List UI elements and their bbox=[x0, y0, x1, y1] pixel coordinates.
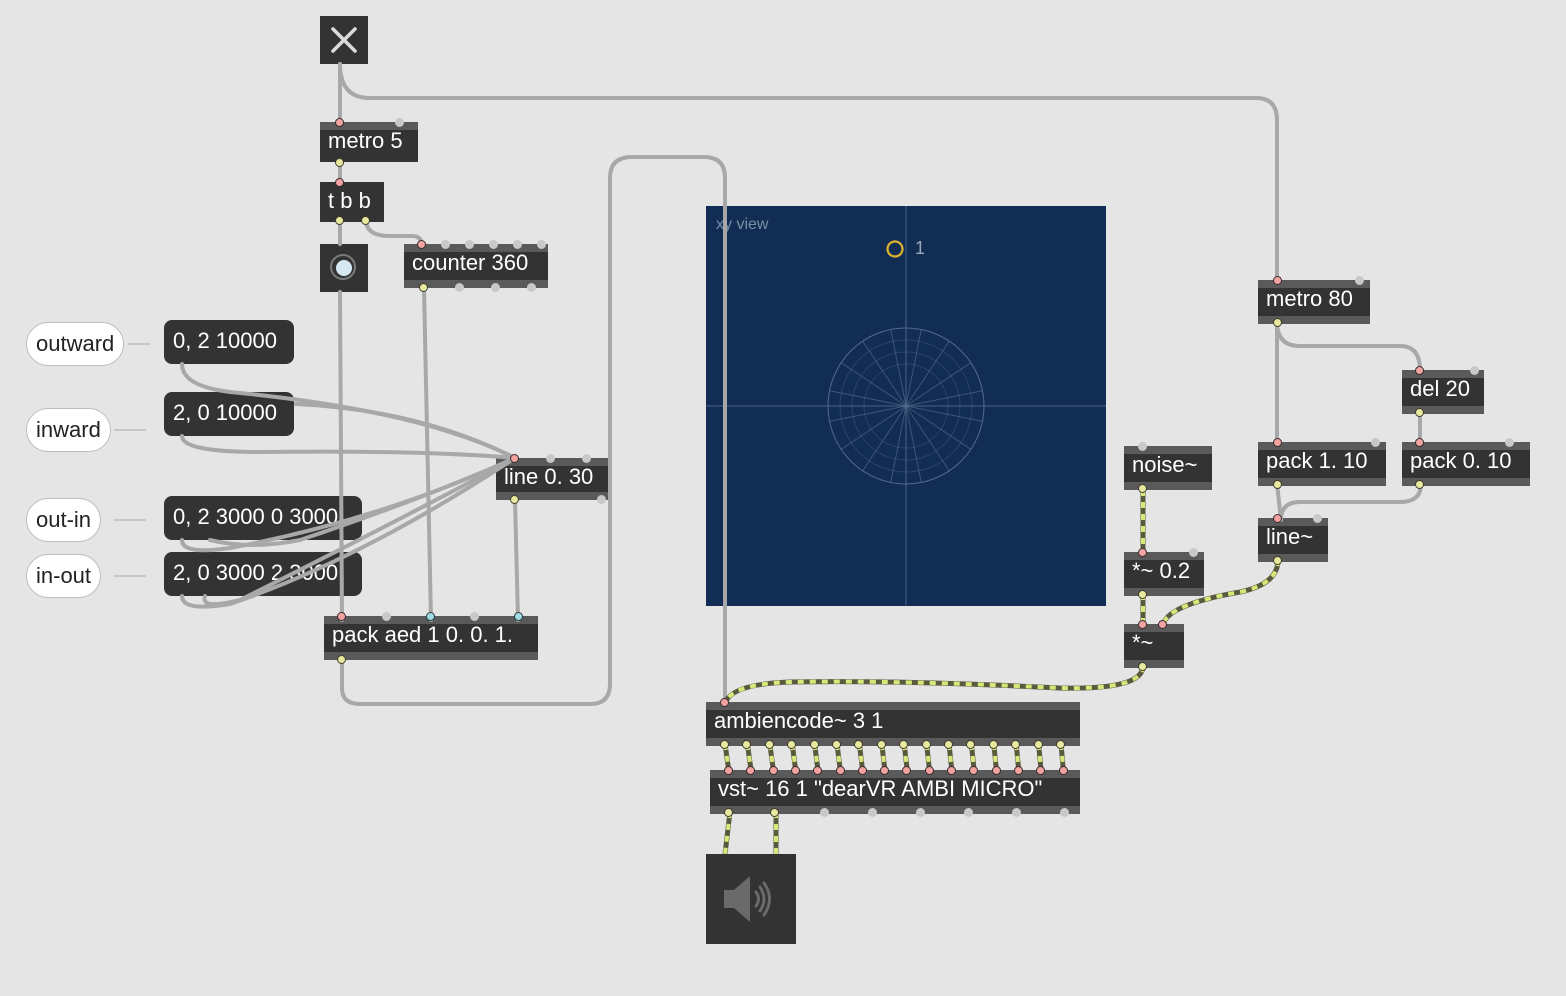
inlet-port[interactable] bbox=[724, 766, 733, 775]
inlet-port[interactable] bbox=[964, 808, 973, 817]
object-text: ambiencode~ 3 1 bbox=[714, 708, 884, 733]
inlet-port[interactable] bbox=[417, 240, 426, 249]
outlet-port[interactable] bbox=[720, 740, 729, 749]
inlet-port[interactable] bbox=[1138, 548, 1147, 557]
inlet-port[interactable] bbox=[1138, 442, 1147, 451]
object-text: noise~ bbox=[1132, 452, 1198, 477]
inlet-port[interactable] bbox=[1415, 366, 1424, 375]
inlet-port[interactable] bbox=[335, 118, 344, 127]
outlet-port[interactable] bbox=[1138, 590, 1147, 599]
object-text: vst~ 16 1 "dearVR AMBI MICRO" bbox=[718, 776, 1043, 801]
outlet-port[interactable] bbox=[809, 740, 819, 749]
inlet-port[interactable] bbox=[597, 495, 606, 504]
outlet-port[interactable] bbox=[944, 740, 953, 749]
object-text: line~ bbox=[1266, 524, 1314, 549]
outlet-port[interactable] bbox=[921, 740, 931, 749]
inlet-port[interactable] bbox=[395, 118, 404, 127]
outlet-port[interactable] bbox=[361, 216, 370, 225]
inlet-port[interactable] bbox=[546, 454, 555, 463]
object-text: pack 0. 10 bbox=[1410, 448, 1512, 473]
outlet-port[interactable] bbox=[1273, 318, 1282, 327]
outlet-port[interactable] bbox=[876, 740, 886, 749]
inlet-port[interactable] bbox=[337, 612, 346, 621]
inlet-port[interactable] bbox=[510, 454, 519, 463]
outlet-port[interactable] bbox=[1033, 740, 1043, 749]
object-text: pack 1. 10 bbox=[1266, 448, 1368, 473]
inlet-port[interactable] bbox=[1415, 438, 1424, 447]
inlet-port[interactable] bbox=[1273, 514, 1282, 523]
inlet-port[interactable] bbox=[916, 808, 925, 817]
object-text: *~ 0.2 bbox=[1132, 558, 1191, 583]
inlet-port[interactable] bbox=[924, 766, 934, 775]
inlet-port[interactable] bbox=[489, 240, 498, 249]
inlet-port[interactable] bbox=[1158, 620, 1167, 629]
inlet-port[interactable] bbox=[514, 612, 523, 621]
object-text: counter 360 bbox=[412, 250, 529, 275]
object-text: pack aed 1 0. 0. 1. bbox=[332, 622, 514, 647]
inlet-port[interactable] bbox=[1138, 620, 1147, 629]
outlet-port[interactable] bbox=[1138, 662, 1147, 671]
outlet-port[interactable] bbox=[1138, 484, 1147, 493]
inlet-port[interactable] bbox=[1058, 766, 1068, 775]
inlet-port[interactable] bbox=[1505, 438, 1514, 447]
inlet-port[interactable] bbox=[1470, 366, 1479, 375]
inlet-port[interactable] bbox=[1012, 808, 1021, 817]
object-text: del 20 bbox=[1410, 376, 1470, 401]
inlet-port[interactable] bbox=[1355, 276, 1364, 285]
inlet-port[interactable] bbox=[1313, 514, 1322, 523]
outlet-port[interactable] bbox=[1273, 556, 1282, 565]
inlet-port[interactable] bbox=[820, 808, 829, 817]
comment-pointers bbox=[114, 343, 150, 577]
outlet-port[interactable] bbox=[1056, 740, 1065, 749]
outlet-port[interactable] bbox=[335, 158, 344, 167]
outlet-port[interactable] bbox=[724, 808, 733, 817]
inlet-port[interactable] bbox=[790, 766, 800, 775]
outlet-port[interactable] bbox=[770, 808, 779, 817]
outlet-port[interactable] bbox=[335, 216, 344, 225]
outlet-port[interactable] bbox=[419, 283, 428, 292]
inlet-port[interactable] bbox=[491, 283, 500, 292]
inlet-port[interactable] bbox=[768, 766, 778, 775]
outlet-port[interactable] bbox=[764, 740, 774, 749]
inlet-port[interactable] bbox=[470, 612, 479, 621]
inlet-port[interactable] bbox=[1273, 438, 1282, 447]
outlet-port[interactable] bbox=[988, 740, 998, 749]
inlet-port[interactable] bbox=[513, 240, 522, 249]
inlet-port[interactable] bbox=[857, 766, 867, 775]
patcher-canvas: .c { fill:none; stroke:#a8a8a8; stroke-w… bbox=[0, 0, 1566, 996]
inlet-port[interactable] bbox=[1013, 766, 1023, 775]
inlet-port[interactable] bbox=[335, 178, 344, 187]
inlet-port[interactable] bbox=[527, 283, 536, 292]
inlet-port[interactable] bbox=[1189, 548, 1198, 557]
inlet-port[interactable] bbox=[441, 240, 450, 249]
object-text: line 0. 30 bbox=[504, 464, 594, 489]
inlet-port[interactable] bbox=[947, 766, 956, 775]
outlet-port[interactable] bbox=[510, 495, 519, 504]
inlet-port[interactable] bbox=[1371, 438, 1380, 447]
inlet-port[interactable] bbox=[868, 808, 877, 817]
outlet-port[interactable] bbox=[1273, 480, 1282, 489]
object-text: metro 5 bbox=[328, 128, 403, 153]
inlet-port[interactable] bbox=[382, 612, 391, 621]
inlet-port[interactable] bbox=[426, 612, 435, 621]
object-text: t b b bbox=[328, 188, 371, 213]
inlet-port[interactable] bbox=[455, 283, 464, 292]
inlet-port[interactable] bbox=[582, 454, 591, 463]
outlet-port[interactable] bbox=[1415, 480, 1424, 489]
object-text: *~ bbox=[1132, 630, 1154, 655]
object-text: metro 80 bbox=[1266, 286, 1353, 311]
inlet-port[interactable] bbox=[537, 240, 546, 249]
inlet-port[interactable] bbox=[1273, 276, 1282, 285]
inlet-port[interactable] bbox=[835, 766, 845, 775]
inlet-port[interactable] bbox=[465, 240, 474, 249]
outlet-port[interactable] bbox=[1415, 408, 1424, 417]
outlet-port[interactable] bbox=[337, 655, 346, 664]
outlet-port[interactable] bbox=[832, 740, 841, 749]
inlet-port[interactable] bbox=[720, 698, 729, 707]
inlet-port[interactable] bbox=[991, 766, 1001, 775]
inlet-port[interactable] bbox=[1060, 808, 1069, 817]
